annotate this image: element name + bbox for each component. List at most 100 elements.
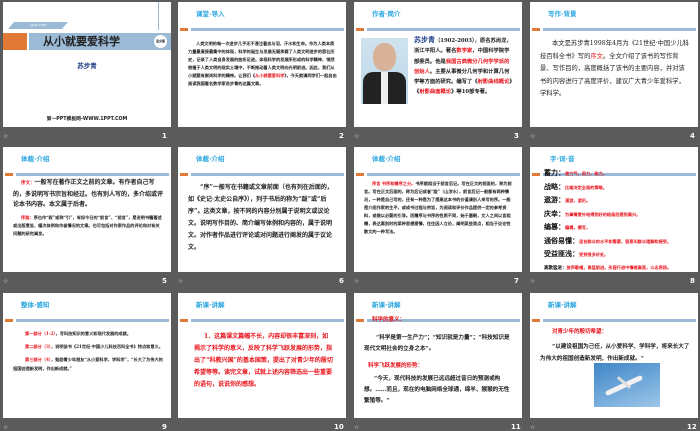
slide-body: 人类文明的每一次进步几乎无不浸注着血与泪、汗水和生命。作为人类本质力量最直接最集…	[188, 40, 338, 88]
airplane-image	[594, 363, 660, 407]
banner-tag: 语文版·七年级	[8, 22, 68, 29]
vocab-item: 遨游：漫游，游历。	[544, 194, 696, 208]
slide-title: 从小就要爱科学	[43, 35, 120, 48]
animation-icon[interactable]: ☆	[530, 278, 535, 285]
divider	[158, 2, 159, 30]
vocab-item: 受益匪浅：受到很多好处。	[544, 248, 696, 262]
slide-body: “序”一般写在书籍或文章前面（也有列在后面的，如《史记·太史公自序》），列于书后…	[188, 184, 333, 251]
slide-heading: 体裁·介绍	[372, 155, 401, 163]
slide-thumbnail-11[interactable]: 新课·讲解 科学的意义： “科学是第一生产力”；“知识就是力量”；“科技知识是现…	[354, 293, 522, 418]
author-photo	[361, 38, 408, 104]
header-bar	[532, 319, 696, 322]
vocab-definition: 漫游，游历。	[565, 198, 591, 203]
slide-number: 8	[690, 277, 695, 285]
vocab-definition: 为事情意外地得到好的结局而感到高兴。	[565, 211, 641, 217]
animation-icon[interactable]: ☆	[3, 424, 8, 431]
vocab-word: 庆幸：	[544, 208, 565, 218]
slide-number: 11	[511, 423, 521, 431]
slide-body-2: “今天，现代科技的发展已远远超过昔日的预测或构想。……而且，现在的电脑网络全球通…	[364, 376, 510, 404]
slide-number: 3	[514, 132, 519, 140]
slide-thumbnail-1[interactable]: 语文版·七年级 从小就要爱科学 语文版 苏步青 第一PPT模板网-WWW.1PP…	[3, 2, 171, 127]
author-name: 苏步青	[414, 35, 435, 44]
slide-thumbnail-10[interactable]: 新课·讲解 1．这篇课文篇幅不长，内容却很丰富深刻，如揭示了科学的意义，反映了科…	[178, 293, 346, 418]
vocab-word: 战略：	[544, 181, 565, 191]
header-bar	[5, 173, 169, 176]
slide-body: 序文：一般写在著作正文之前的文章。有作者自己写的，多说明写书宗旨和经过。也有别人…	[13, 179, 164, 208]
section-heading: 科学飞跃发展的形势：	[368, 363, 424, 369]
slide-heading: 整体·感知	[21, 301, 50, 309]
slide-number: 12	[687, 423, 697, 431]
vocab-definition: 适合群众的水平和需要，容易叫群众理解和接受。	[579, 238, 672, 244]
vocab-list: 蓄力：使力气，用力，致力。 战略：比喻决定全局的策略。 遨游：漫游，游历。 庆幸：为事…	[544, 167, 696, 272]
vocab-item: 编篡：编辑，撰写。	[544, 221, 696, 235]
slide-heading: 新课·讲解	[372, 301, 401, 309]
header-bar	[180, 173, 344, 176]
slide-number: 4	[690, 132, 695, 140]
vocab-word: 蓄力：	[544, 168, 565, 177]
section-heading: 科学的意义：	[372, 317, 406, 323]
badge: 语文版	[154, 35, 167, 48]
vocab-definition: 比喻决定全局的策略。	[565, 184, 607, 190]
slide-heading: 字·词·音	[550, 155, 575, 163]
highlight: 从小就要爱科学	[255, 73, 285, 78]
slide-heading: 新课·讲解	[196, 301, 225, 309]
slide-thumbnail-7[interactable]: 体裁·介绍 序言 书序和赠序之分。书序就相当于前言后记。写在正文的前面的，称为前…	[354, 147, 522, 272]
animation-icon[interactable]: ☆	[530, 424, 535, 431]
animation-icon[interactable]: ☆	[530, 133, 535, 140]
slide-number: 10	[334, 423, 344, 431]
slide-heading: 作者·简介	[372, 10, 401, 18]
vocab-word: 遨游：	[544, 195, 565, 204]
vocab-item: 庆幸：为事情意外地得到好的结局而感到高兴。	[544, 208, 696, 222]
header-bar	[356, 173, 520, 176]
vocab-item: 战略：比喻决定全局的策略。	[544, 181, 696, 195]
slide-body: 1．这篇课文篇幅不长，内容却很丰富深刻，如揭示了科学的意义，反映了科学飞跃发展的…	[194, 333, 333, 388]
slide-number: 7	[514, 277, 519, 285]
slide-thumbnail-8[interactable]: 字·词·音 蓄力：使力气，用力，致力。 战略：比喻决定全局的策略。 遨游：漫游，游历…	[530, 147, 698, 272]
vocab-item: 蓄力：使力气，用力，致力。	[544, 167, 696, 181]
slide-body-2: 序跋：序也作“叙”或称“引”，有如今日的“前言”、“前言”，是说明书籍著述或出版…	[13, 215, 162, 236]
slide-number: 2	[339, 132, 344, 140]
slide-number: 5	[162, 277, 167, 285]
animation-icon[interactable]: ☆	[3, 133, 8, 140]
section-heading: 对青少年的殷切希望：	[552, 329, 608, 335]
orange-block	[3, 33, 27, 50]
vocab-word: 受益匪浅：	[544, 249, 579, 258]
animation-icon[interactable]: ☆	[354, 424, 359, 431]
slide-body: 本文是苏步青1998年4月为《21世纪·中国少儿科技百科全书》写的序文。全文介绍…	[540, 40, 690, 97]
header-bar	[356, 28, 520, 31]
header-bar	[180, 319, 344, 322]
vocab-word: 编篡：	[544, 222, 565, 231]
slide-number: 9	[162, 423, 167, 431]
animation-icon[interactable]: ☆	[3, 278, 8, 285]
vocab-word: 通俗易懂：	[544, 235, 579, 245]
animation-icon[interactable]: ☆	[178, 278, 183, 285]
vocab-definition: 编辑，撰写。	[565, 225, 591, 230]
vocab-word: 高歌猛进：	[544, 265, 567, 271]
slide-thumbnail-4[interactable]: 写作·背景 本文是苏步青1998年4月为《21世纪·中国少儿科技百科全书》写的序…	[530, 2, 698, 127]
slide-body: 第一部分（1-2），写科技知识的意义和现代发展的成就。 第二部分（3），说明该书…	[13, 331, 163, 371]
slide-body: 苏步青（1902-2003），原名苏尚龙，浙江平阳人。著名数学家，中国科学院学部…	[414, 35, 513, 96]
slide-thumbnail-3[interactable]: 作者·简介 苏步青（1902-2003），原名苏尚龙，浙江平阳人。著名数学家，中…	[354, 2, 522, 127]
slide-thumbnail-9[interactable]: 整体·感知 第一部分（1-2），写科技知识的意义和现代发展的成就。 第二部分（3…	[3, 293, 171, 418]
author: 苏步青	[77, 62, 97, 70]
slide-heading: 写作·背景	[548, 10, 577, 18]
footer: 第一PPT模板网-WWW.1PPT.COM	[46, 117, 128, 122]
vocab-definition: 放声歌唱，勇猛前进。形容行进中情绪高涨，斗志昂扬。	[566, 264, 672, 270]
vocab-item: 通俗易懂：适合群众的水平和需要，容易叫群众理解和接受。	[544, 235, 696, 249]
slide-body: “以建设祖国为己任，从小爱科学、学科学，将来长大了为伟大的祖国创造新发明，作出新…	[540, 344, 690, 362]
header-bar	[180, 28, 344, 31]
animation-icon[interactable]: ☆	[354, 278, 359, 285]
slide-thumbnail-2[interactable]: 课堂·导入 人类文明的每一次进步几乎无不浸注着血与泪、汗水和生命。作为人类本质力…	[178, 2, 346, 127]
slide-thumbnail-12[interactable]: 新课·讲解 对青少年的殷切希望： “以建设祖国为己任，从小爱科学、学科学，将来长…	[530, 293, 698, 418]
slide-thumbnail-6[interactable]: 体裁·介绍 “序”一般写在书籍或文章前面（也有列在后面的，如《史记·太史公自序》…	[178, 147, 346, 272]
slide-body: “科学是第一生产力”；“知识就是力量”；“科技知识是现代文明社会的立身之本”。	[364, 335, 510, 352]
slide-heading: 新课·讲解	[548, 301, 577, 309]
slide-number: 1	[162, 132, 167, 140]
slide-heading: 体裁·介绍	[21, 155, 50, 163]
animation-icon[interactable]: ☆	[354, 133, 359, 140]
slide-body: 序言 书序和赠序之分。书序就相当于前言后记。写在正文的前面的，称为前言。写在正文…	[364, 181, 512, 234]
slide-thumbnail-5[interactable]: 体裁·介绍 序文：一般写在著作正文之前的文章。有作者自己写的，多说明写书宗旨和经…	[3, 147, 171, 272]
vocab-definition: 使力气，用力，致力。	[565, 171, 607, 176]
vocab-definition: 受到很多好处。	[579, 252, 609, 257]
slide-number: 6	[339, 277, 344, 285]
